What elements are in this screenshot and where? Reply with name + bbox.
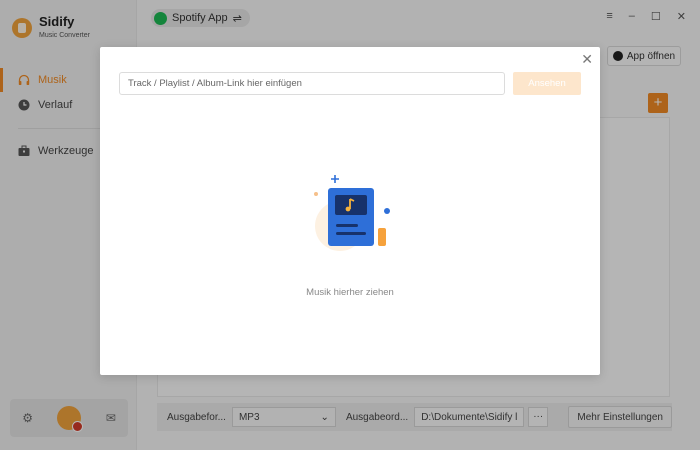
add-link-button[interactable]: Ansehen [513, 72, 581, 95]
close-icon[interactable]: ✕ [581, 51, 593, 68]
music-file-illustration-icon [314, 175, 390, 251]
drop-hint-text: Musik hierher ziehen [306, 287, 394, 298]
link-input[interactable] [119, 72, 505, 95]
add-link-dialog: ✕ Ansehen Musik hierher ziehen [100, 47, 600, 375]
